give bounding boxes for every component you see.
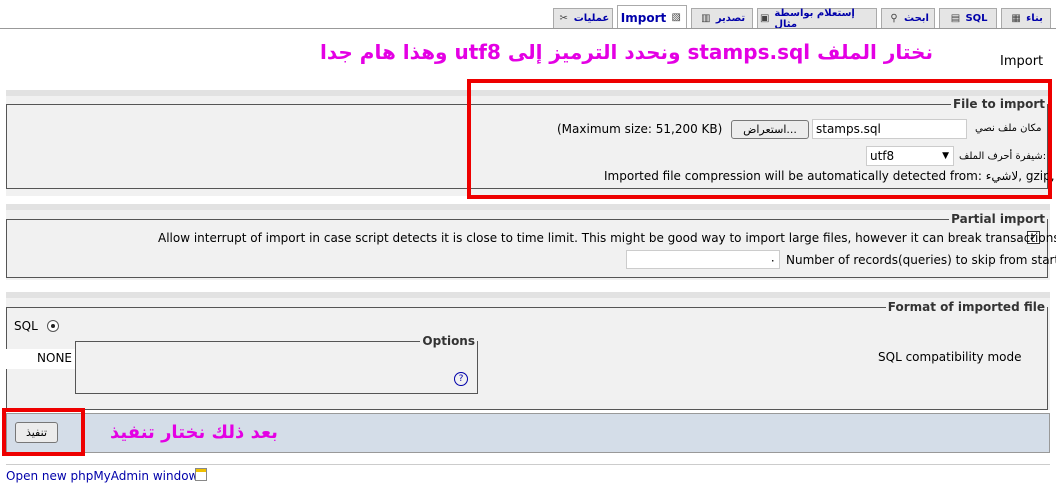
structure-icon: ▦	[1011, 12, 1021, 24]
skip-records-label: Number of records(queries) to skip from …	[786, 253, 1056, 267]
highlight-box-file	[467, 79, 1052, 199]
partial-import-legend: Partial import	[951, 212, 1045, 226]
allow-interrupt-label: Allow interrupt of import in case script…	[158, 231, 1056, 245]
skip-records-input[interactable]: ٠	[626, 250, 780, 269]
help-icon[interactable]: ?	[454, 372, 468, 386]
tab-structure[interactable]: ▦ بناء	[1001, 8, 1051, 28]
compat-mode-select[interactable]: NONE	[0, 349, 75, 369]
sql-icon: ▤	[950, 12, 961, 24]
tab-import[interactable]: Import ▧	[617, 5, 687, 29]
open-new-window-link[interactable]: Open new phpMyAdmin window	[6, 469, 198, 483]
tab-divider	[0, 28, 1056, 29]
operations-icon: ✂	[559, 12, 568, 24]
tab-query[interactable]: ▣ إستعلام بواسطة مثال	[757, 8, 877, 30]
options-fieldset: Options	[75, 334, 478, 394]
compat-mode-label: SQL compatibility mode	[878, 350, 1022, 364]
annotation-top: نختار الملف stamps.sql ونحدد الترميز إلى…	[320, 40, 933, 64]
tab-search[interactable]: ⚲ ابحث	[881, 8, 935, 28]
format-legend: Format of imported file	[887, 300, 1045, 314]
export-icon: ▥	[701, 12, 711, 24]
sql-format-radio[interactable]	[47, 320, 59, 332]
annotation-bottom: بعد ذلك نختار تنفيذ	[110, 422, 278, 443]
search-icon: ⚲	[890, 12, 898, 24]
footer-divider	[6, 464, 1050, 465]
import-icon: ▧	[671, 11, 681, 23]
page-title: Import	[1000, 54, 1044, 69]
partial-import-fieldset: Partial import	[6, 212, 1048, 278]
query-icon: ▣	[759, 12, 770, 24]
tab-sql[interactable]: ▤ SQL	[939, 8, 997, 28]
highlight-box-go	[2, 408, 85, 456]
sql-format-label: SQL	[14, 319, 38, 333]
tab-export[interactable]: ▥ تصدير	[691, 8, 753, 28]
tab-operations[interactable]: ✂ عمليات	[553, 8, 613, 28]
options-legend: Options	[422, 334, 475, 348]
new-window-icon[interactable]	[195, 468, 207, 481]
